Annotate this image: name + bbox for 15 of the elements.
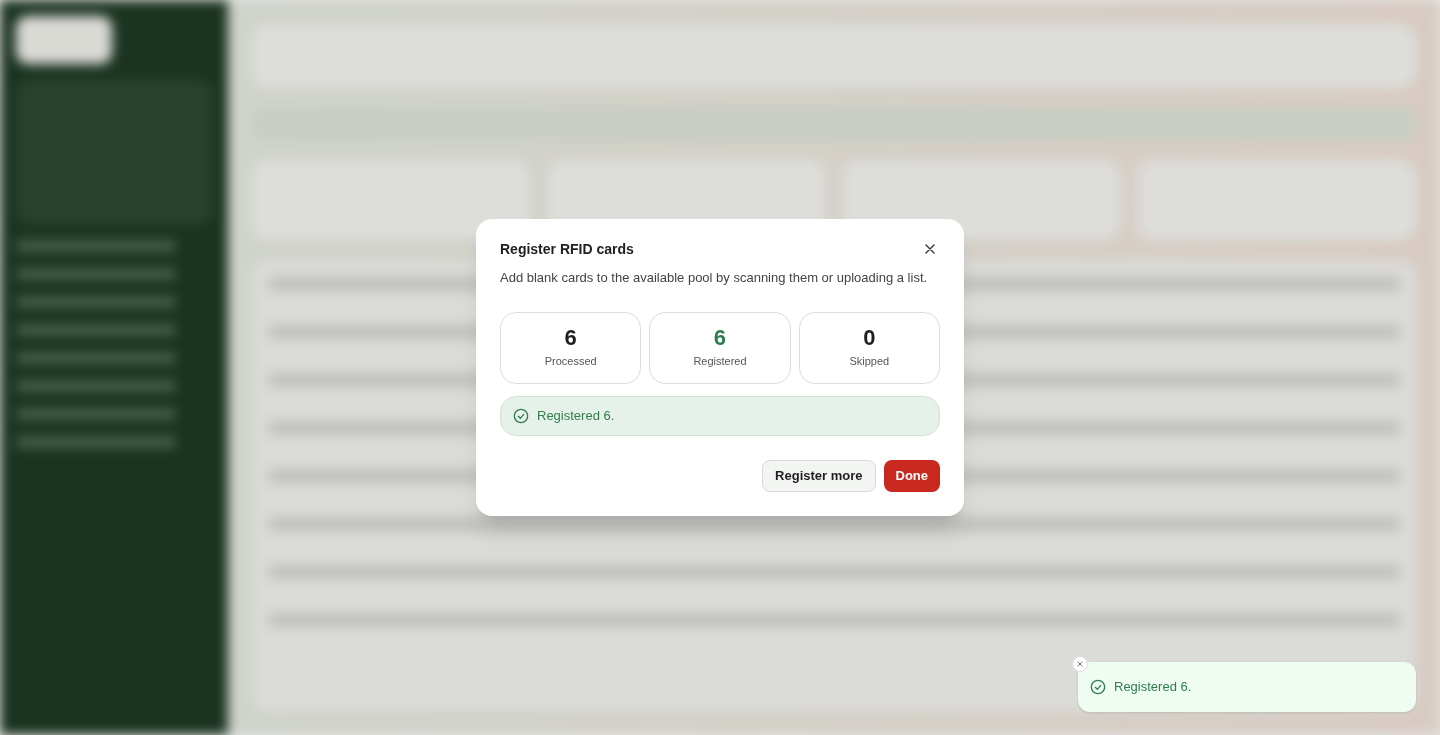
toast-message: Registered 6. xyxy=(1114,678,1192,697)
stat-value: 6 xyxy=(713,326,727,349)
dialog-description: Add blank cards to the available pool by scanning them or uploading a list. xyxy=(500,269,929,288)
stat-label: Processed xyxy=(544,353,597,369)
register-more-button[interactable]: Register more xyxy=(762,459,876,492)
close-icon xyxy=(1076,660,1084,668)
check-circle-icon xyxy=(1090,679,1106,695)
result-message: Registered 6. xyxy=(537,407,615,425)
dialog-title: Register RFID cards xyxy=(500,240,634,260)
stat-value: 0 xyxy=(863,326,876,349)
done-button[interactable]: Done xyxy=(883,459,940,492)
stat-label: Skipped xyxy=(849,353,890,369)
check-circle-icon xyxy=(513,407,529,424)
stat-label: Registered xyxy=(693,353,747,369)
stat-value: 6 xyxy=(564,326,577,349)
